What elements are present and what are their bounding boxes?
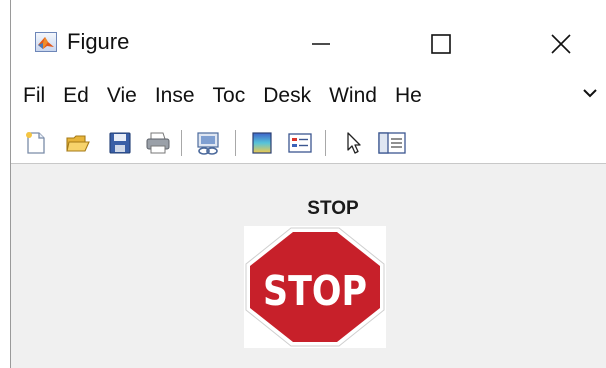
print-icon[interactable]: [145, 130, 171, 156]
menu-window[interactable]: Wind: [317, 81, 377, 111]
stop-sign-image: STOP: [244, 226, 386, 348]
menu-edit[interactable]: Ed: [51, 81, 89, 111]
menu-help[interactable]: He: [383, 81, 422, 111]
figure-canvas: STOP STOP: [11, 164, 606, 368]
link-plot-icon[interactable]: [195, 130, 221, 156]
menu-view[interactable]: Vie: [95, 81, 137, 111]
minimize-icon: [312, 43, 330, 45]
close-button[interactable]: [531, 22, 591, 66]
menu-tools[interactable]: Toc: [201, 81, 246, 111]
toolbar-separator: [325, 130, 326, 156]
matlab-app-icon: [35, 32, 57, 52]
window-title: Figure: [67, 29, 130, 54]
insert-legend-icon[interactable]: [287, 130, 313, 156]
menu-bar: Fil Ed Vie Inse Toc Desk Wind He: [11, 78, 606, 114]
chevron-more-icon: [583, 89, 597, 98]
toolbar-separator: [235, 130, 236, 156]
property-inspector-icon[interactable]: [377, 130, 407, 156]
maximize-button[interactable]: [411, 22, 471, 66]
menu-insert[interactable]: Inse: [143, 81, 195, 111]
insert-colorbar-icon[interactable]: [249, 130, 275, 156]
title-bar: Figure: [11, 22, 606, 66]
new-figure-icon[interactable]: [23, 130, 49, 156]
minimize-button[interactable]: [291, 22, 351, 66]
save-icon[interactable]: [107, 130, 133, 156]
menu-file[interactable]: Fil: [11, 81, 45, 111]
axes-title: STOP: [307, 198, 359, 219]
figure-window: Figure Fil Ed Vie Inse Toc Desk Wind He …: [10, 0, 606, 368]
stop-sign-text: STOP: [263, 267, 367, 315]
open-folder-icon[interactable]: [65, 130, 91, 156]
toolbar-separator: [181, 130, 182, 156]
menu-desktop[interactable]: Desk: [251, 81, 311, 111]
figure-toolbar: [11, 120, 606, 164]
maximize-icon: [431, 34, 451, 54]
edit-plot-cursor-icon[interactable]: [341, 130, 367, 156]
close-icon: [551, 34, 571, 54]
screen: Figure Fil Ed Vie Inse Toc Desk Wind He …: [0, 0, 606, 368]
menu-overflow-button[interactable]: [583, 84, 597, 105]
